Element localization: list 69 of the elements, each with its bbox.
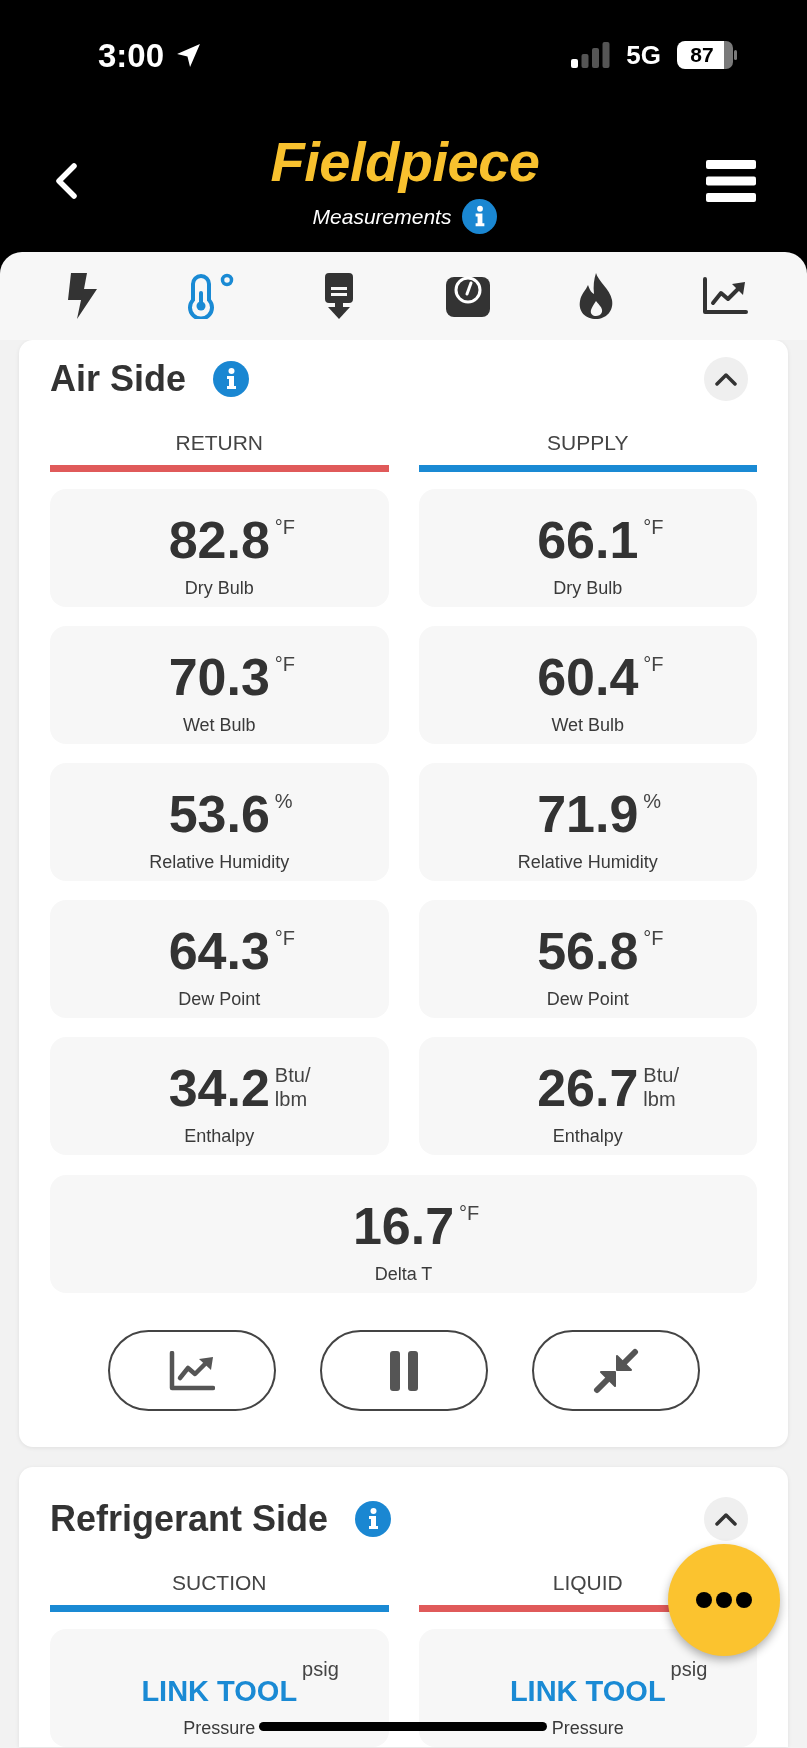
reading-label: Pressure: [183, 1718, 256, 1740]
reading-value: 66.1: [537, 514, 639, 566]
unit-label: %: [643, 789, 662, 813]
collapse-button[interactable]: [704, 1497, 748, 1541]
location-arrow-icon: [176, 42, 202, 68]
collapse-button[interactable]: [704, 357, 748, 401]
unit-label: °F: [274, 926, 296, 950]
reading-value: 53.6: [168, 788, 270, 840]
line-chart-icon[interactable]: [701, 277, 748, 315]
ellipsis-icon: [696, 1592, 752, 1608]
reading-value: 70.3: [168, 651, 270, 703]
chevron-left-icon[interactable]: [54, 163, 78, 199]
thermometer-icon[interactable]: [187, 273, 234, 319]
unit-label: °F: [459, 1201, 480, 1225]
column-header: LIQUID: [551, 1570, 624, 1595]
reading-label: Enthalpy: [184, 1126, 255, 1148]
unit-label: °F: [274, 515, 296, 539]
column-header: SUPPLY: [546, 430, 630, 455]
status-time: 3:00: [98, 38, 165, 72]
reading-value: 34.2: [168, 1062, 270, 1114]
section-title: Refrigerant Side: [50, 1497, 329, 1541]
unit-label: °F: [274, 652, 296, 676]
reading-label: Dew Point: [546, 989, 629, 1011]
chevron-up-icon: [714, 1512, 738, 1526]
menu-icon[interactable]: [706, 160, 756, 202]
reading-label: Dry Bulb: [553, 578, 623, 600]
reading-label: Wet Bulb: [551, 715, 625, 737]
battery-end-icon: [724, 41, 737, 69]
column-header: SUCTION: [171, 1570, 268, 1595]
scale-icon[interactable]: [445, 275, 490, 317]
flame-icon[interactable]: [578, 273, 615, 319]
chevron-up-icon: [714, 372, 738, 386]
unit-label: °F: [643, 652, 664, 676]
reading-value: 26.7: [537, 1062, 639, 1114]
reading-label: Pressure: [551, 1718, 624, 1740]
section-title: Air Side: [50, 357, 187, 401]
pause-icon: [389, 1350, 418, 1391]
lightning-bolt-icon[interactable]: [67, 273, 97, 319]
reading-value: 56.8: [537, 925, 639, 977]
unit-label: psig: [302, 1657, 339, 1681]
reading-value: 64.3: [168, 925, 270, 977]
unit-label: °F: [643, 515, 664, 539]
reading-label: Enthalpy: [552, 1126, 623, 1148]
battery-percentage: 87: [677, 41, 724, 69]
reading-value: 60.4: [537, 651, 639, 703]
unit-label: Btu/ lbm: [274, 1063, 311, 1111]
unit-label: psig: [670, 1657, 708, 1681]
probe-icon[interactable]: [325, 273, 354, 319]
network-type: 5G: [626, 42, 661, 68]
reading-label: Delta T: [374, 1264, 433, 1286]
link-tool-link[interactable]: LINK TOOL: [509, 1677, 666, 1706]
reading-label: Dew Point: [178, 989, 261, 1011]
reading-label: Wet Bulb: [182, 715, 256, 737]
reading-value: 16.7: [352, 1200, 455, 1252]
column-header: RETURN: [174, 430, 264, 455]
reading-value: 82.8: [168, 514, 270, 566]
unit-label: °F: [643, 926, 664, 950]
page-subtitle: Measurements: [312, 203, 452, 230]
reading-label: Relative Humidity: [517, 852, 658, 874]
arrows-inward-icon: [592, 1347, 639, 1394]
unit-label: Btu/ lbm: [643, 1063, 679, 1111]
unit-label: %: [274, 789, 293, 813]
link-tool-link[interactable]: LINK TOOL: [141, 1677, 298, 1706]
reading-value: 71.9: [537, 788, 639, 840]
info-icon[interactable]: [462, 199, 498, 234]
reading-label: Relative Humidity: [149, 852, 290, 874]
signal-icon: [571, 42, 611, 68]
reading-label: Dry Bulb: [184, 578, 254, 600]
line-chart-icon: [168, 1350, 215, 1391]
